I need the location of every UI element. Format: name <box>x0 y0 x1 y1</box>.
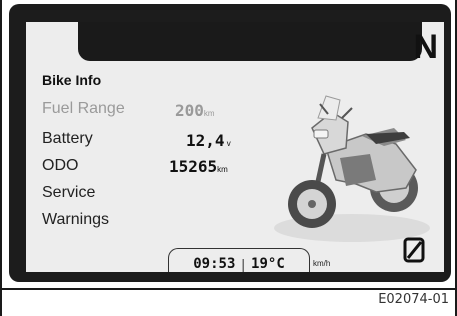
menu-heading: Bike Info <box>42 72 102 88</box>
status-separator: | <box>241 255 246 272</box>
ambient-temperature: 19°C <box>251 255 285 272</box>
gear-indicator: N <box>413 28 438 66</box>
top-bar <box>78 22 422 61</box>
menu-item-odo[interactable]: ODO <box>42 157 78 175</box>
frame-left <box>0 0 2 316</box>
odo-value: 15265km <box>169 157 228 176</box>
speed-unit-label: km/h <box>313 259 331 268</box>
frame-right <box>455 0 457 316</box>
menu-item-fuel-range[interactable]: Fuel Range <box>42 100 125 118</box>
figure-caption: E02074-01 <box>378 292 449 307</box>
menu-item-service[interactable]: Service <box>42 184 95 202</box>
fuel-range-value: 200km <box>175 101 215 120</box>
menu-item-battery[interactable]: Battery <box>42 130 93 148</box>
motorcycle-image <box>274 95 430 242</box>
clock-time: 09:53 <box>193 255 236 272</box>
menu-item-warnings[interactable]: Warnings <box>42 211 109 229</box>
battery-value: 12,4 v <box>186 131 231 150</box>
frame-divider <box>0 288 457 290</box>
dashboard-screen: N Bike Info Fuel Range 200km Battery 12,… <box>26 22 444 272</box>
status-bar: 09:53 | 19°C <box>168 248 310 272</box>
zero-digit-icon <box>403 237 425 263</box>
